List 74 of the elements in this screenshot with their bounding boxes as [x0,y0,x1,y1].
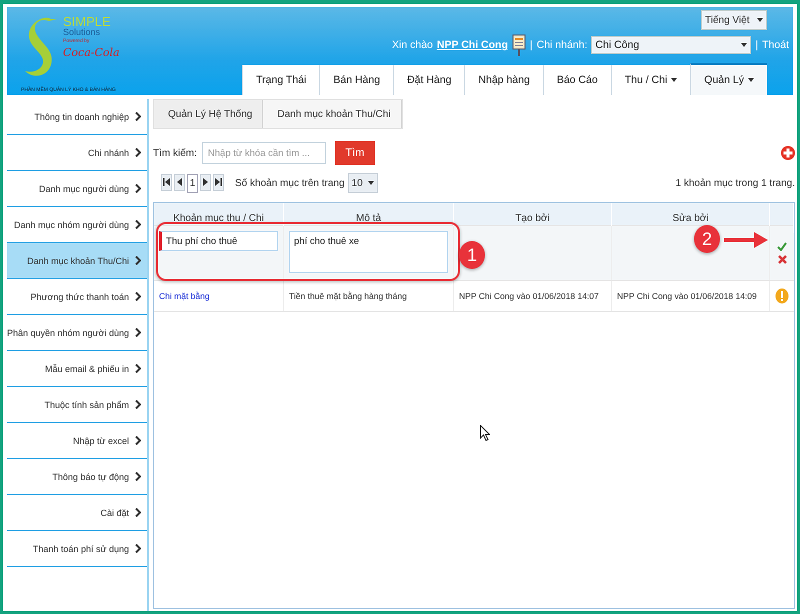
search-label: Tìm kiếm: [153,148,197,158]
description-input-field[interactable]: phí cho thuê xe [289,231,448,273]
add-icon[interactable] [781,146,796,160]
chevron-right-icon [135,436,142,445]
chevron-right-icon [135,400,142,409]
chevron-right-icon [135,364,142,373]
caret-icon [368,181,374,185]
branch-label: Chi nhánh: [536,39,588,51]
table-cell: Tiền thuê mặt bằng hàng tháng [284,281,454,311]
nav-tab[interactable]: Báo Cáo [542,65,611,95]
per-page-label: Số khoản mục trên trang [235,178,345,188]
nav-tab[interactable]: Thu / Chi [610,65,690,95]
page-number-field[interactable]: 1 [187,174,198,192]
item-link[interactable]: Chi mặt bằng [159,291,210,301]
next-page-icon [203,178,208,186]
chevron-right-icon [135,256,142,265]
logo-brand: SIMPLE [63,15,112,28]
chevron-right-icon [135,292,142,301]
separator-text: | [530,39,533,51]
mouse-cursor-icon [480,425,490,441]
language-select[interactable]: Tiếng Việt [701,10,767,30]
last-page-icon [215,178,222,186]
sidebar-item[interactable]: Cài đặt [7,495,148,531]
branch-select[interactable]: Chi Công [591,36,752,54]
close-icon[interactable] [778,255,787,264]
sidebar-item[interactable]: Phương thức thanh toán [7,279,148,315]
per-page-select[interactable]: 10 [348,173,378,193]
name-input-field[interactable]: Thu phí cho thuê [159,231,278,251]
search-button[interactable]: Tìm [334,141,375,165]
chevron-right-icon [135,544,142,553]
chevron-right-icon [135,220,142,229]
pagination-summary: 1 khoản mục trong 1 trang. [675,178,796,188]
sidebar-item[interactable]: Mẫu email & phiếu in [7,351,148,387]
sidebar-item[interactable]: Phân quyền nhóm người dùng [7,315,148,351]
chevron-right-icon [135,112,142,121]
notice-board-icon[interactable] [512,33,526,57]
chevron-right-icon [135,472,142,481]
nav-tab[interactable]: Bán Hàng [319,65,394,95]
arrow-icon [724,231,768,249]
sidebar-item[interactable]: Thông báo tự động [7,459,148,495]
last-page-button[interactable] [213,174,224,190]
nav-tab[interactable]: Trạng Thái [242,65,320,95]
search-field[interactable]: Nhập từ khóa cần tìm ... [202,142,326,164]
logo-subtitle: Solutions [63,28,102,37]
sidebar-item[interactable]: Nhập từ excel [7,423,148,459]
chevron-right-icon [135,328,142,337]
caret-icon [748,78,754,82]
chevron-right-icon [135,148,142,157]
breadcrumb-item[interactable]: Danh mục khoản Thu/Chi [263,100,402,128]
partner-logo-text: Coca-Cola [63,47,120,58]
checkmark-icon[interactable] [777,242,788,251]
nav-tab[interactable]: Đặt Hàng [393,65,464,95]
sidebar-item[interactable]: Danh mục khoản Thu/Chi [7,243,148,279]
sidebar-item[interactable]: Danh mục người dùng [7,171,148,207]
chevron-right-icon [135,508,142,517]
separator-text: | [755,39,758,51]
previous-page-button[interactable] [174,174,186,190]
greeting-text: Xin chào [392,39,433,51]
previous-page-icon [177,178,182,186]
nav-tab[interactable]: Nhập hàng [464,65,543,95]
first-page-button[interactable] [161,174,172,190]
nav-tab[interactable]: Quản Lý [690,63,767,95]
first-page-icon [163,178,170,186]
sidebar-item[interactable]: Thanh toán phí sử dụng [7,531,148,567]
caret-icon [741,43,748,47]
table-cell: NPP Chi Cong vào 01/06/2018 14:07 [454,281,612,311]
sidebar-item[interactable]: Chi nhánh [7,135,148,171]
chevron-right-icon [135,184,142,193]
sidebar-item[interactable]: Thuộc tính sản phẩm [7,387,148,423]
sidebar-item[interactable]: Thông tin doanh nghiệp [7,99,148,135]
table-cell: NPP Chi Cong vào 01/06/2018 14:09 [612,281,770,311]
next-page-button[interactable] [200,174,212,190]
caret-icon [757,18,763,22]
caret-icon [671,78,678,82]
